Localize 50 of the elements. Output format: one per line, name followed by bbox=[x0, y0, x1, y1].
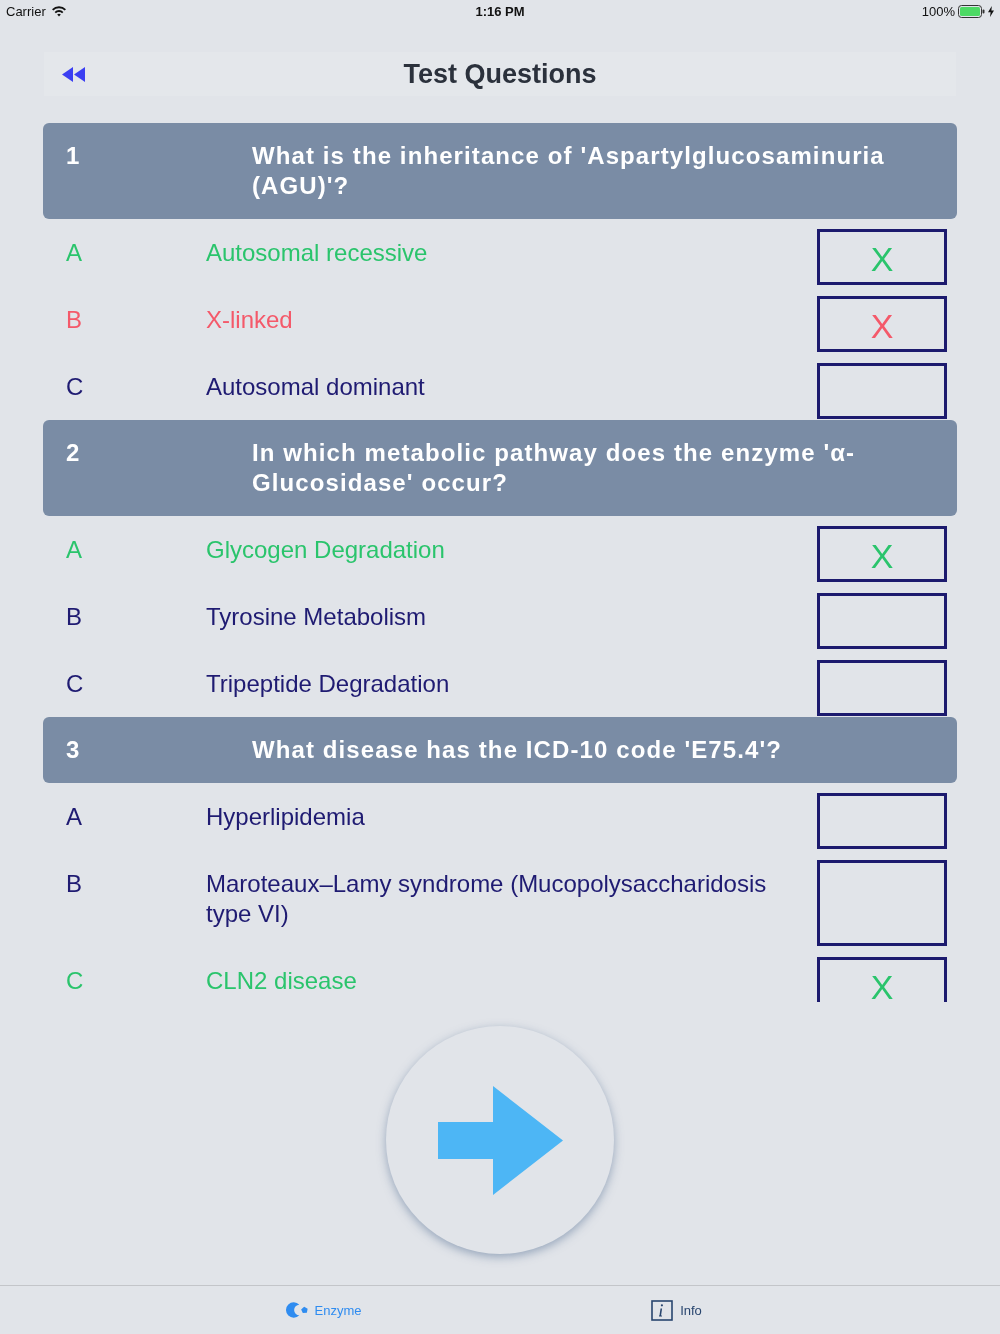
arrow-right-icon bbox=[437, 1085, 563, 1195]
answer-text: Autosomal dominant bbox=[206, 372, 426, 402]
battery-percent: 100% bbox=[921, 3, 955, 19]
answer-text: Tyrosine Metabolism bbox=[206, 602, 428, 632]
answer-mark: X bbox=[870, 242, 894, 276]
question-text: What disease has the ICD-10 code 'E75.4'? bbox=[252, 735, 783, 765]
rewind-icon bbox=[62, 66, 86, 82]
question-text: What is the inheritance of 'Aspartylglucosaminuria (AGU)'? bbox=[252, 141, 886, 201]
screen-title: Test Questions bbox=[403, 58, 597, 90]
time-label: 1:16 PM bbox=[475, 3, 525, 19]
answer-box[interactable]: X bbox=[817, 229, 947, 285]
answer-mark: X bbox=[870, 309, 894, 343]
enzyme-substrate-icon bbox=[285, 1301, 308, 1319]
answer-box[interactable] bbox=[817, 363, 947, 419]
answer-box[interactable] bbox=[817, 793, 947, 849]
answer-box[interactable]: X bbox=[817, 526, 947, 582]
answer-letter: B bbox=[66, 305, 83, 335]
answer-text: Hyperlipidemia bbox=[206, 802, 366, 832]
question-text: In which metabolic pathway does the enzyme 'α-Glucosidase' occur? bbox=[252, 438, 857, 498]
answer-letter: A bbox=[66, 535, 83, 565]
answer-mark: X bbox=[870, 970, 894, 1002]
tab-item[interactable]: Info bbox=[651, 1299, 702, 1321]
answer-letter: B bbox=[66, 602, 83, 632]
info-icon bbox=[651, 1299, 674, 1321]
answer-letter: B bbox=[66, 869, 83, 899]
question-number: 2 bbox=[66, 438, 82, 468]
answer-letter: C bbox=[66, 966, 85, 996]
answer-text: Glycogen Degradation bbox=[206, 535, 446, 565]
answer-text: Maroteaux–Lamy syndrome (Mucopolysaccharidosis type VI) bbox=[206, 869, 768, 929]
answer-box[interactable] bbox=[817, 860, 947, 946]
carrier-label: Carrier bbox=[6, 3, 46, 19]
answer-box[interactable] bbox=[817, 660, 947, 716]
question-number: 3 bbox=[66, 735, 82, 765]
answer-box[interactable] bbox=[817, 593, 947, 649]
answer-text: CLN2 disease bbox=[206, 966, 358, 996]
tab-item[interactable]: Enzyme bbox=[285, 1301, 362, 1319]
answer-letter: C bbox=[66, 372, 85, 402]
answer-text: Autosomal recessive bbox=[206, 238, 429, 268]
battery-icon bbox=[958, 4, 985, 18]
answer-letter: A bbox=[66, 802, 83, 832]
answer-box[interactable]: X bbox=[817, 957, 947, 1002]
answer-letter: A bbox=[66, 238, 83, 268]
wifi-icon bbox=[50, 5, 67, 17]
answer-box[interactable]: X bbox=[817, 296, 947, 352]
answer-letter: C bbox=[66, 669, 85, 699]
question-number: 1 bbox=[66, 141, 82, 171]
answer-mark: X bbox=[870, 539, 894, 573]
back-button[interactable] bbox=[62, 66, 86, 82]
answer-text: Tripeptide Degradation bbox=[206, 669, 451, 699]
answer-text: X-linked bbox=[206, 305, 294, 335]
